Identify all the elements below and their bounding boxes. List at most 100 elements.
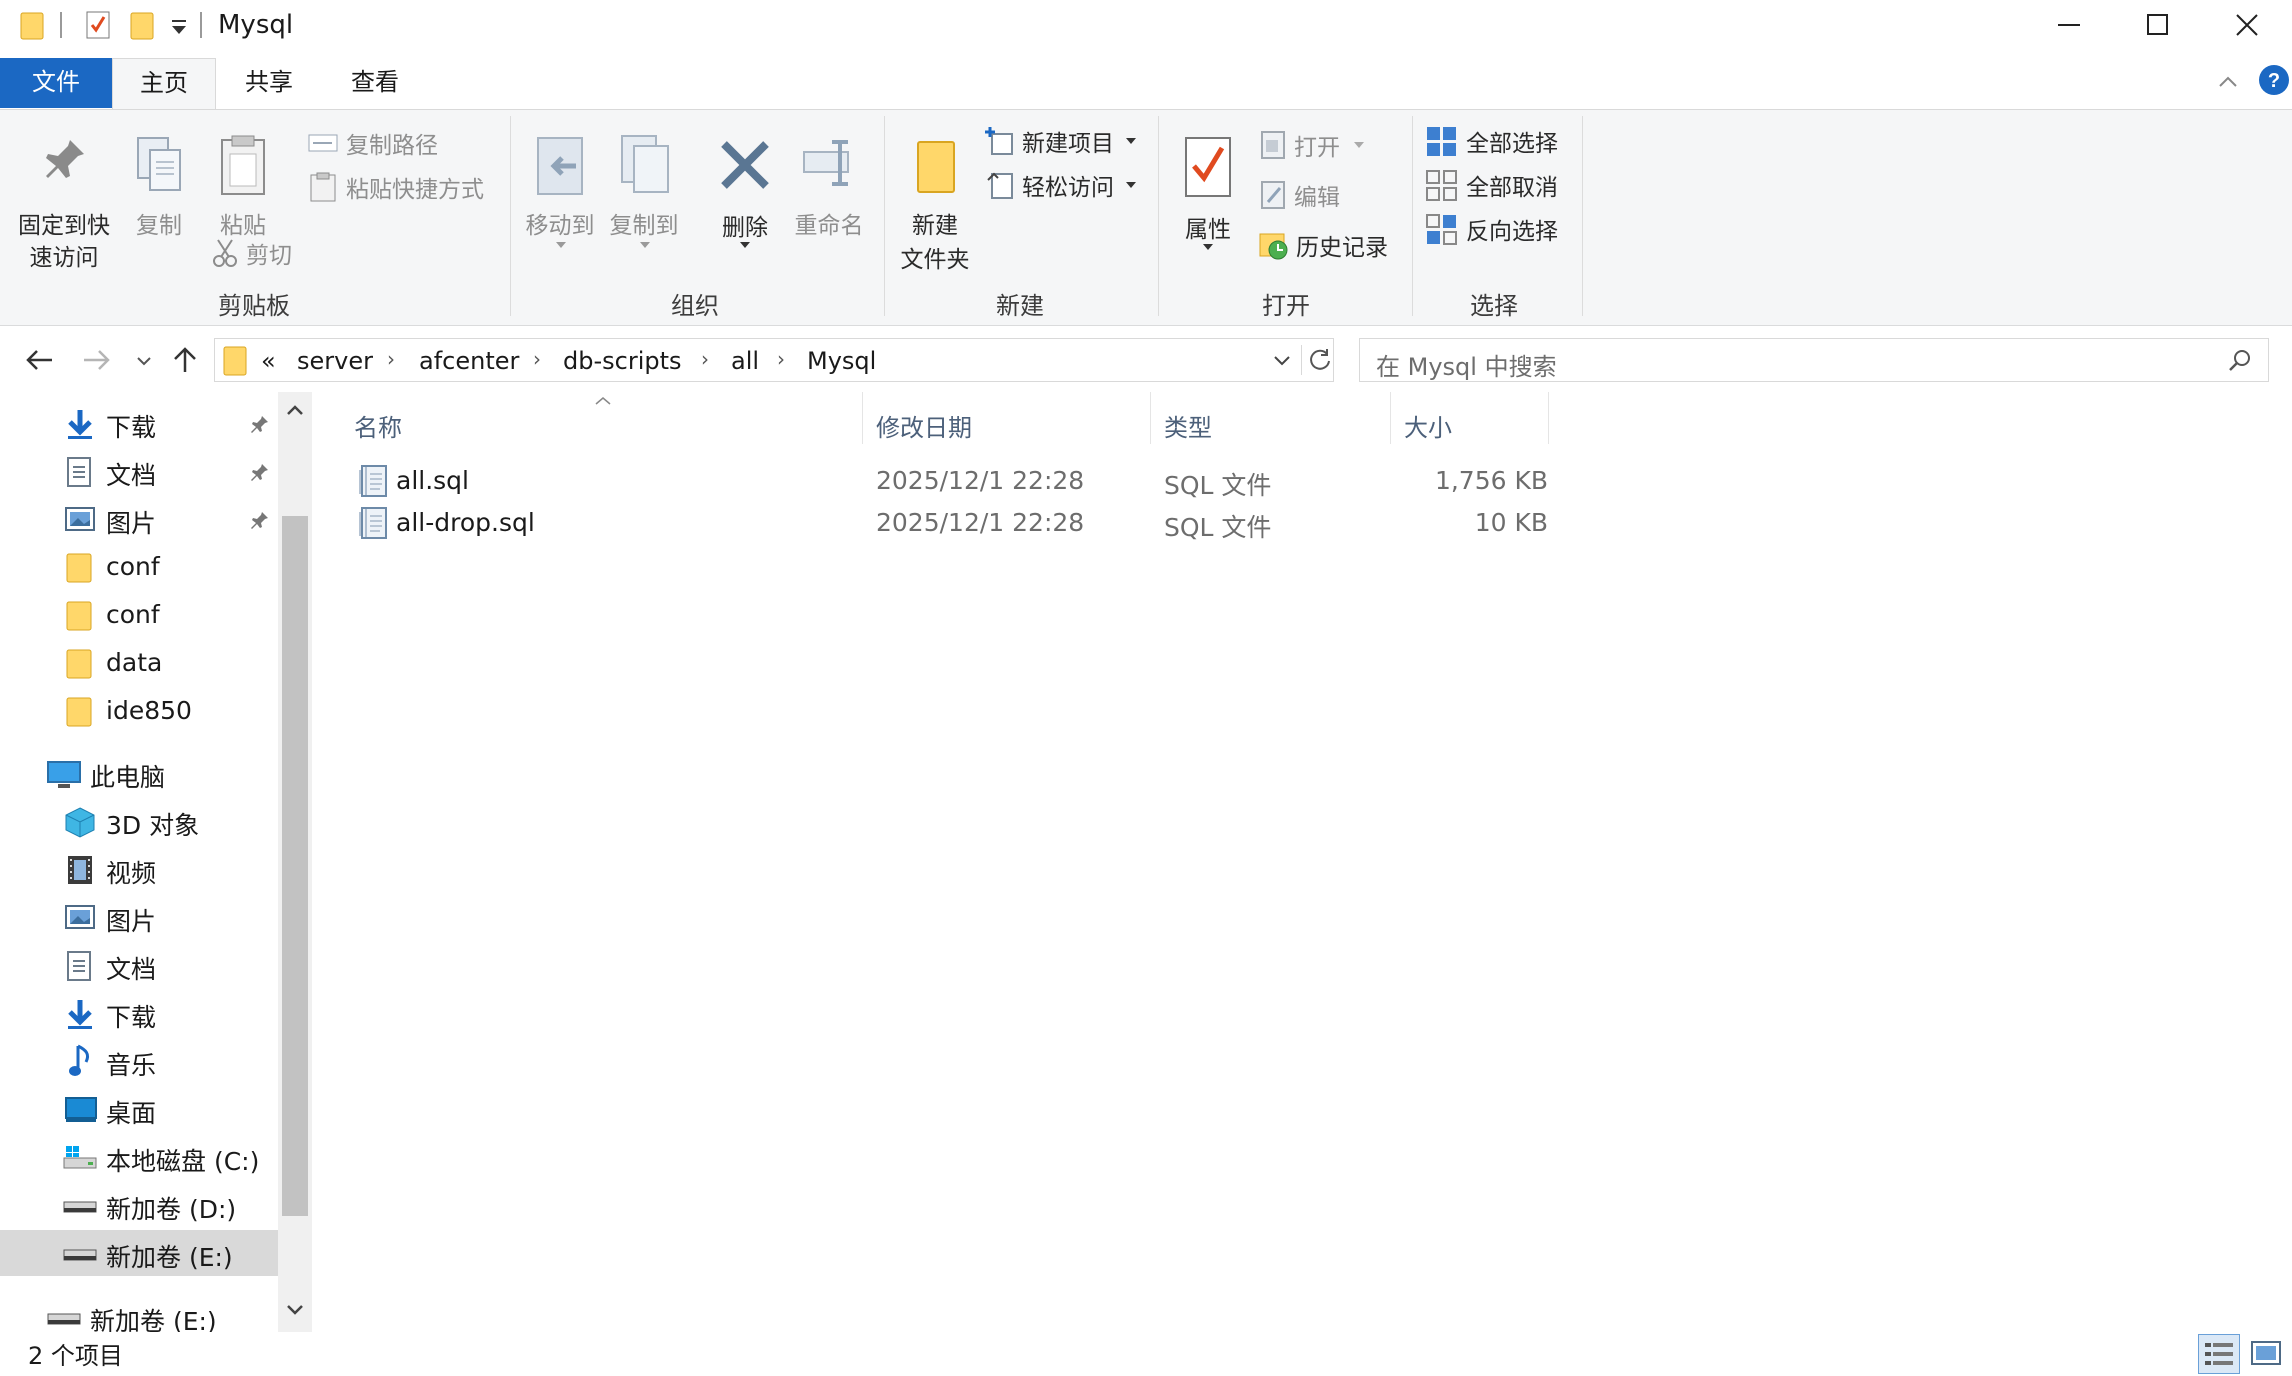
breadcrumb-server[interactable]: server <box>297 347 373 375</box>
nav-item-3d-objects[interactable]: 3D 对象 <box>0 798 278 844</box>
tab-view[interactable]: 查看 <box>330 58 420 108</box>
invert-selection-label: 反向选择 <box>1466 219 1558 245</box>
search-icon[interactable] <box>2228 349 2252 373</box>
maximize-button[interactable] <box>2110 0 2202 52</box>
table-row[interactable]: all.sql 2025/12/1 22:28 SQL 文件 1,756 KB <box>312 460 1548 502</box>
nav-item-downloads-pc[interactable]: 下载 <box>0 990 278 1036</box>
address-history-chevron-icon[interactable] <box>1273 355 1291 367</box>
file-modified: 2025/12/1 22:28 <box>876 508 1085 537</box>
open-button[interactable]: 打开 <box>1256 128 1376 162</box>
clipboard-group-label: 剪贴板 <box>218 292 290 320</box>
edit-button[interactable]: 编辑 <box>1256 178 1376 212</box>
nav-item-pictures-pc[interactable]: 图片 <box>0 894 278 940</box>
pin-icon[interactable] <box>250 414 270 434</box>
breadcrumb-chevron-icon[interactable]: › <box>533 347 541 371</box>
invert-selection-button[interactable]: 反向选择 <box>1424 212 1574 246</box>
file-modified: 2025/12/1 22:28 <box>876 466 1085 495</box>
pin-icon[interactable] <box>250 462 270 482</box>
nav-label: 新加卷 (D:) <box>106 1195 237 1224</box>
breadcrumb-overflow[interactable]: « <box>261 347 276 375</box>
back-arrow-icon[interactable] <box>24 348 54 372</box>
breadcrumb-db-scripts[interactable]: db-scripts <box>563 347 682 375</box>
pin-label-line1: 固定到快 <box>18 213 110 239</box>
column-header-size[interactable]: 大小 <box>1404 408 1452 443</box>
rename-button[interactable]: 重命名 <box>786 122 872 242</box>
forward-arrow-icon[interactable] <box>82 348 112 372</box>
select-all-button[interactable]: 全部选择 <box>1424 124 1574 158</box>
nav-item-drive-e[interactable]: 新加卷 (E:) <box>0 1230 278 1276</box>
nav-item-pictures[interactable]: 图片 <box>0 496 278 542</box>
copy-path-button[interactable]: 复制路径 <box>306 126 506 160</box>
scroll-down-icon[interactable] <box>286 1304 304 1316</box>
tab-file[interactable]: 文件 <box>0 58 112 108</box>
paste-shortcut-button[interactable]: 粘贴快捷方式 <box>306 170 506 204</box>
document-icon <box>66 950 94 982</box>
copy-button[interactable]: 复制 <box>124 122 194 242</box>
breadcrumb-all[interactable]: all <box>731 347 759 375</box>
new-folder-button[interactable]: 新建 文件夹 <box>890 122 980 282</box>
nav-item-downloads[interactable]: 下载 <box>0 400 278 446</box>
breadcrumb-chevron-icon[interactable]: › <box>387 347 395 371</box>
address-bar[interactable]: « server › afcenter › db-scripts › all ›… <box>214 338 1334 382</box>
search-input[interactable]: 在 Mysql 中搜索 <box>1359 338 2269 382</box>
column-header-name[interactable]: 名称 <box>354 408 402 443</box>
breadcrumb-chevron-icon[interactable]: › <box>777 347 785 371</box>
nav-item-documents[interactable]: 文档 <box>0 448 278 494</box>
details-view-icon[interactable] <box>2198 1334 2240 1374</box>
tab-home[interactable]: 主页 <box>112 58 216 110</box>
new-folder-quick-icon[interactable] <box>130 10 154 40</box>
ribbon: 固定到快 速访问 复制 粘贴 复制路径 粘贴快捷方式 剪切 剪贴板 移动到 复制… <box>0 109 2292 326</box>
pin-icon[interactable] <box>250 510 270 530</box>
copy-to-button[interactable]: 复制到 <box>604 122 684 272</box>
nav-label: 3D 对象 <box>106 811 200 840</box>
move-to-button[interactable]: 移动到 <box>520 122 600 272</box>
history-label: 历史记录 <box>1296 235 1388 261</box>
nav-item-documents-pc[interactable]: 文档 <box>0 942 278 988</box>
up-arrow-icon[interactable] <box>172 346 198 374</box>
history-button[interactable]: 历史记录 <box>1256 228 1406 262</box>
nav-label: data <box>106 648 163 677</box>
breadcrumb-afcenter[interactable]: afcenter <box>419 347 519 375</box>
nav-item-music[interactable]: 音乐 <box>0 1038 278 1084</box>
properties-quick-icon[interactable] <box>86 11 110 39</box>
file-list: 名称 修改日期 类型 大小 all.sql 2025/12/1 22:28 SQ… <box>312 392 2292 1332</box>
nav-item-folder-ide850[interactable]: ide850 <box>0 688 278 734</box>
column-header-modified[interactable]: 修改日期 <box>876 408 972 443</box>
properties-button[interactable]: 属性 <box>1166 122 1250 282</box>
nav-item-folder-conf-2[interactable]: conf <box>0 592 278 638</box>
cut-label: 剪切 <box>246 243 292 269</box>
nav-item-desktop[interactable]: 桌面 <box>0 1086 278 1132</box>
nav-item-drive-c[interactable]: 本地磁盘 (C:) <box>0 1134 278 1180</box>
nav-item-this-pc[interactable]: 此电脑 <box>0 750 278 796</box>
select-none-button[interactable]: 全部取消 <box>1424 168 1574 202</box>
column-header-type[interactable]: 类型 <box>1164 408 1212 443</box>
nav-scroll-thumb[interactable] <box>282 516 308 1216</box>
nav-item-videos[interactable]: 视频 <box>0 846 278 892</box>
breadcrumb-chevron-icon[interactable]: › <box>701 347 709 371</box>
pin-to-quick-access-button[interactable]: 固定到快 速访问 <box>14 122 114 282</box>
refresh-icon[interactable] <box>1307 347 1333 373</box>
scroll-up-icon[interactable] <box>286 404 304 416</box>
easy-access-button[interactable]: 轻松访问 <box>984 168 1144 202</box>
cut-button[interactable]: 剪切 <box>210 236 320 270</box>
table-row[interactable]: all-drop.sql 2025/12/1 22:28 SQL 文件 10 K… <box>312 502 1548 544</box>
recent-locations-icon[interactable] <box>136 356 152 366</box>
close-button[interactable] <box>2200 0 2292 52</box>
help-icon[interactable]: ? <box>2258 64 2290 96</box>
nav-item-folder-data[interactable]: data <box>0 640 278 686</box>
file-name: all-drop.sql <box>396 508 535 537</box>
nav-item-drive-d[interactable]: 新加卷 (D:) <box>0 1182 278 1228</box>
customize-quick-access-icon[interactable] <box>170 18 188 36</box>
collapse-ribbon-icon[interactable] <box>2218 74 2238 88</box>
nav-scrollbar[interactable] <box>278 392 312 1332</box>
minimize-button[interactable] <box>2022 0 2114 52</box>
file-type: SQL 文件 <box>1164 471 1272 500</box>
new-item-button[interactable]: 新建项目 <box>984 124 1144 158</box>
nav-item-folder-conf[interactable]: conf <box>0 544 278 590</box>
tab-share[interactable]: 共享 <box>224 58 314 108</box>
delete-button[interactable]: 删除 <box>706 122 784 272</box>
breadcrumb-mysql[interactable]: Mysql <box>807 347 876 375</box>
paste-button[interactable]: 粘贴 <box>208 122 278 242</box>
new-group-label: 新建 <box>996 292 1044 320</box>
large-icons-view-icon[interactable] <box>2250 1338 2282 1370</box>
